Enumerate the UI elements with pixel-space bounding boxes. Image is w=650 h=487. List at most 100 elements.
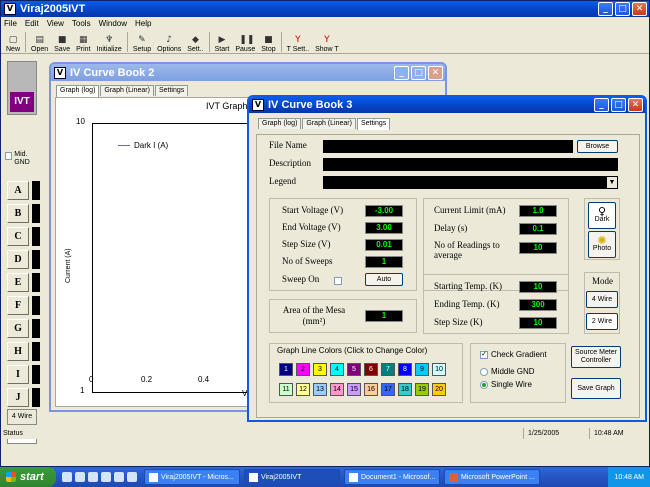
taskbar-item[interactable]: Document1 - Microsof... [344,469,440,485]
taskbar-item[interactable]: Viraj2005IVT [244,469,340,485]
step-size-k-value[interactable]: 10 [519,317,557,329]
maximize-button[interactable]: □ [615,2,630,16]
four-wire-button[interactable]: 4 Wire [7,409,37,425]
description-field[interactable] [323,158,618,171]
quicklaunch-icon[interactable] [101,472,111,482]
main-titlebar[interactable]: V Viraj2005IVT _ □ ✕ [1,1,649,17]
book2-tab-settings[interactable]: Settings [154,85,189,96]
color-swatch[interactable]: 4 [330,363,344,376]
single-wire-radio-dot[interactable] [480,380,488,389]
device-button-e[interactable]: E [7,273,29,292]
device-button-g[interactable]: G [7,319,29,338]
delay-value[interactable]: 0.1 [519,223,557,235]
color-swatch[interactable]: 12 [296,383,310,396]
iv-curve-book-3-window[interactable]: V IV Curve Book 3 _ □ ✕ Graph (log) Grap… [247,95,647,422]
color-swatch[interactable]: 10 [432,363,446,376]
check-gradient-checkbox[interactable]: ✓ Check Gradient [480,350,547,359]
minimize-button[interactable]: _ [598,2,613,16]
save-graph-button[interactable]: Save Graph [571,378,621,399]
taskbar-item[interactable]: Viraj2005IVT - Micros... [144,469,240,485]
middle-gnd-radio-dot[interactable] [480,367,488,376]
start-voltage-value[interactable]: -3.00 [365,205,403,217]
book3-close-button[interactable]: ✕ [628,98,643,112]
quicklaunch-icon[interactable] [127,472,137,482]
book3-tab-graph-log[interactable]: Graph (log) [258,118,302,129]
device-button-b[interactable]: B [7,204,29,223]
auto-button[interactable]: Auto [365,273,403,286]
quicklaunch-icon[interactable] [62,472,72,482]
single-wire-radio[interactable]: Single Wire [480,380,532,389]
device-button-h[interactable]: H [7,342,29,361]
mid-gnd-checkbox[interactable]: Mid. GND [5,151,41,167]
num-readings-value[interactable]: 10 [519,242,557,254]
book2-minimize-button[interactable]: _ [394,65,409,80]
quicklaunch-icon[interactable] [75,472,85,482]
taskbar-item[interactable]: Microsoft PowerPoint ... [444,469,540,485]
mesa-area-value[interactable]: 1 [365,310,403,322]
color-swatch[interactable]: 19 [415,383,429,396]
menu-window[interactable]: Window [99,19,127,28]
device-button-f[interactable]: F [7,296,29,315]
middle-gnd-radio[interactable]: Middle GND [480,367,535,376]
color-swatch[interactable]: 17 [381,383,395,396]
color-swatch[interactable]: 13 [313,383,327,396]
menu-edit[interactable]: Edit [25,19,39,28]
color-swatch[interactable]: 11 [279,383,293,396]
book2-tab-graph-linear[interactable]: Graph (Linear) [100,85,154,96]
sett-button[interactable]: ◆ Sett.. [184,30,206,53]
menu-file[interactable]: File [4,19,17,28]
book3-minimize-button[interactable]: _ [594,98,609,112]
starting-temp-value[interactable]: 10 [519,281,557,293]
current-limit-value[interactable]: 1.0 [519,205,557,217]
photo-button[interactable]: ✺ Photo [588,231,616,258]
quicklaunch-icon[interactable] [114,472,124,482]
pause-button[interactable]: ❚❚ Pause [232,30,258,53]
legend-dropdown[interactable]: ▼ [323,176,618,189]
step-size-v-value[interactable]: 0.01 [365,239,403,251]
book3-titlebar[interactable]: V IV Curve Book 3 _ □ ✕ [249,97,645,113]
source-meter-controller-button[interactable]: Source Meter Controller [571,346,621,368]
device-button-d[interactable]: D [7,250,29,269]
print-button[interactable]: ▦ Print [73,30,93,53]
color-swatch[interactable]: 9 [415,363,429,376]
start-button[interactable]: start [0,467,56,487]
sweep-on-checkbox[interactable] [334,275,345,287]
color-swatch[interactable]: 2 [296,363,310,376]
ending-temp-value[interactable]: 300 [519,299,557,311]
mid-gnd-box[interactable] [5,152,13,160]
book2-close-button[interactable]: ✕ [428,65,443,80]
color-swatch[interactable]: 8 [398,363,412,376]
book2-maximize-button[interactable]: □ [411,65,426,80]
device-button-j[interactable]: J [7,388,29,407]
quicklaunch-icon[interactable] [88,472,98,482]
book3-maximize-button[interactable]: □ [611,98,626,112]
initialize-button[interactable]: ♆ Initialize [94,30,125,53]
book2-titlebar[interactable]: V IV Curve Book 2 _ □ ✕ [51,64,445,81]
num-sweeps-value[interactable]: 1 [365,256,403,268]
start-button[interactable]: ▶ Start [212,30,233,53]
book2-tab-graph-log[interactable]: Graph (log) [56,85,100,97]
browse-button[interactable]: Browse [577,140,618,153]
device-button-a[interactable]: A [7,181,29,200]
color-swatch[interactable]: 15 [347,383,361,396]
mode-4wire-button[interactable]: 4 Wire [586,291,618,308]
setup-button[interactable]: ✎ Setup [130,30,154,53]
file-name-field[interactable] [323,140,573,153]
end-voltage-value[interactable]: 3.00 [365,222,403,234]
color-swatch[interactable]: 3 [313,363,327,376]
mode-2wire-button[interactable]: 2 Wire [586,313,618,330]
save-button[interactable]: ■ Save [51,30,73,53]
close-button[interactable]: ✕ [632,2,647,16]
check-gradient-box[interactable]: ✓ [480,350,488,359]
color-swatch[interactable]: 20 [432,383,446,396]
show-t-button[interactable]: Y Show T [312,30,342,53]
device-button-i[interactable]: I [7,365,29,384]
tray-clock[interactable]: 10:48 AM [614,474,644,481]
stop-button[interactable]: ■ Stop [258,30,278,53]
color-swatch[interactable]: 1 [279,363,293,376]
color-swatch[interactable]: 18 [398,383,412,396]
menu-view[interactable]: View [47,19,64,28]
color-swatch[interactable]: 16 [364,383,378,396]
open-button[interactable]: ▤ Open [28,30,51,53]
color-swatch[interactable]: 6 [364,363,378,376]
